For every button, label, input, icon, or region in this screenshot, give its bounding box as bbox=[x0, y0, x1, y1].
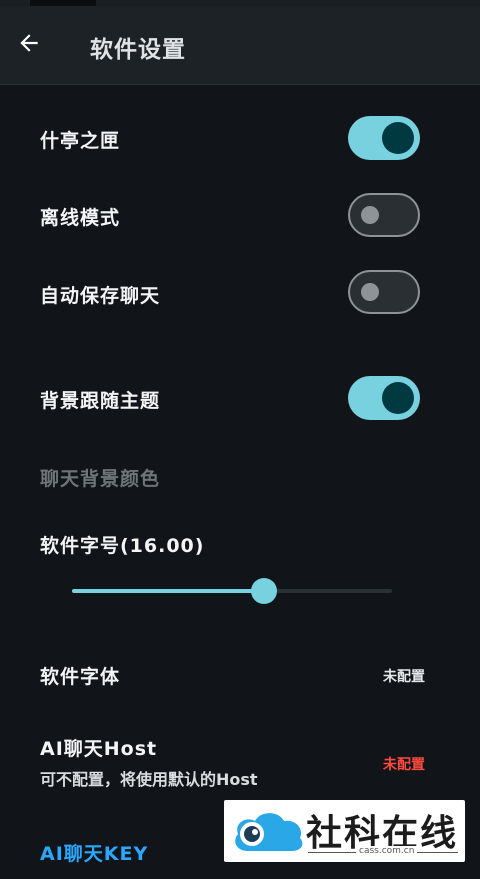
app-bar: 软件设置 bbox=[0, 6, 480, 85]
slider-fill bbox=[72, 589, 264, 593]
software-font-label: 软件字体 bbox=[40, 666, 121, 688]
offline-mode-toggle[interactable] bbox=[348, 193, 420, 237]
toggle-thumb bbox=[361, 283, 379, 301]
bg-follow-theme-label: 背景跟随主题 bbox=[40, 390, 161, 412]
ai-host-setting[interactable]: AI聊天Host 可不配置，将使用默认的Host 未配置 bbox=[0, 726, 480, 796]
ai-host-value: 未配置 bbox=[383, 757, 425, 773]
shiting-toggle[interactable] bbox=[348, 116, 420, 160]
page-title: 软件设置 bbox=[90, 37, 186, 63]
font-size-slider[interactable] bbox=[72, 578, 392, 604]
ai-host-description: 可不配置，将使用默认的Host bbox=[40, 770, 258, 789]
toggle-thumb bbox=[382, 122, 414, 154]
toggle-thumb bbox=[361, 206, 379, 224]
font-size-label: 软件字号(16.00) bbox=[40, 535, 205, 557]
offline-mode-label: 离线模式 bbox=[40, 207, 121, 229]
cloud-logo-icon bbox=[235, 813, 303, 851]
autosave-chat-toggle[interactable] bbox=[348, 270, 420, 314]
autosave-chat-label: 自动保存聊天 bbox=[40, 285, 161, 307]
software-font-setting[interactable]: 软件字体 未配置 bbox=[0, 650, 480, 702]
ai-key-setting[interactable]: AI聊天KEY bbox=[40, 839, 148, 866]
watermark: 社科在线 cass.com.cn bbox=[224, 800, 465, 862]
arrow-left-icon bbox=[20, 34, 38, 52]
ai-host-label: AI聊天Host bbox=[40, 738, 158, 760]
shiting-label: 什亭之匣 bbox=[40, 130, 121, 152]
back-button[interactable] bbox=[12, 26, 46, 60]
chat-bg-color-setting[interactable]: 聊天背景颜色 bbox=[40, 464, 160, 491]
software-font-value: 未配置 bbox=[383, 669, 425, 685]
watermark-url: cass.com.cn bbox=[356, 846, 418, 856]
bg-follow-theme-toggle[interactable] bbox=[348, 376, 420, 420]
toggle-thumb bbox=[382, 382, 414, 414]
slider-thumb[interactable] bbox=[251, 578, 277, 604]
